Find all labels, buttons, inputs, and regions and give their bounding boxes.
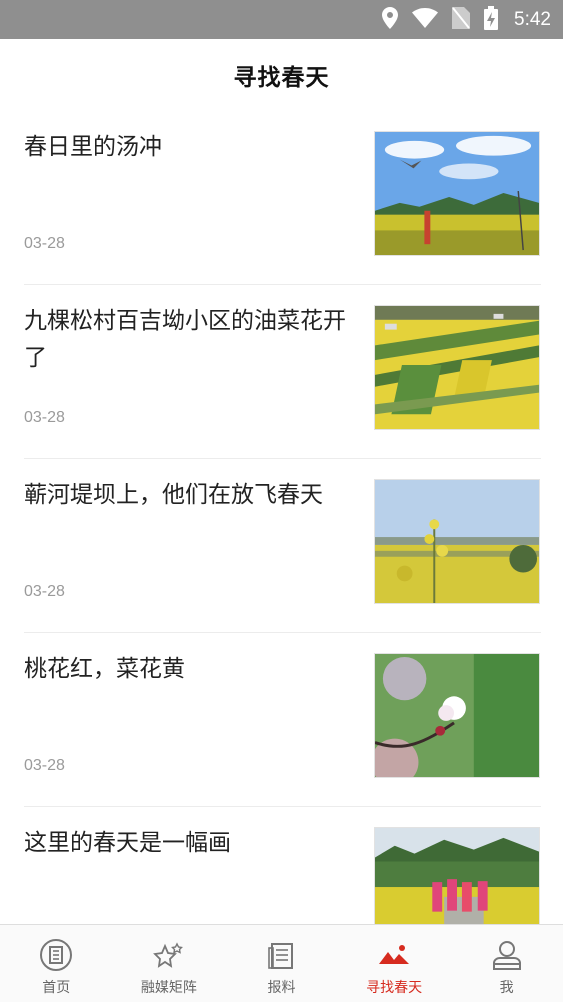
no-sim-icon bbox=[452, 6, 471, 33]
news-item[interactable]: 蕲河堤坝上，他们在放飞春天 03-28 bbox=[24, 459, 541, 633]
battery-charging-icon bbox=[484, 5, 499, 34]
news-title[interactable]: 这里的春天是一幅画 bbox=[24, 825, 354, 862]
stars-icon bbox=[151, 937, 187, 973]
app-header: 寻找春天 bbox=[0, 39, 563, 111]
status-bar: 5:42 bbox=[0, 0, 563, 39]
news-list[interactable]: 春日里的汤冲 03-28 九棵松村百吉坳小区的油菜花开了 03-28 蕲河堤坝上… bbox=[0, 111, 563, 924]
wifi-icon bbox=[412, 7, 439, 32]
location-icon bbox=[382, 6, 399, 33]
nav-item-find-spring[interactable]: 寻找春天 bbox=[338, 925, 451, 1002]
document-icon bbox=[263, 937, 299, 973]
nav-item-me[interactable]: 我 bbox=[450, 925, 563, 1002]
bottom-nav: 首页 融媒矩阵 报料 寻找春天 我 bbox=[0, 924, 563, 1002]
nav-label: 报料 bbox=[267, 980, 296, 996]
nav-label: 首页 bbox=[42, 980, 71, 996]
news-thumbnail[interactable] bbox=[374, 653, 540, 778]
nav-label: 寻找春天 bbox=[366, 980, 423, 996]
news-date: 03-28 bbox=[24, 757, 65, 774]
news-date: 03-28 bbox=[24, 583, 65, 600]
news-item[interactable]: 九棵松村百吉坳小区的油菜花开了 03-28 bbox=[24, 285, 541, 459]
news-date: 03-28 bbox=[24, 235, 65, 252]
news-thumbnail[interactable] bbox=[374, 131, 540, 256]
news-title[interactable]: 桃花红，菜花黄 bbox=[24, 651, 354, 688]
status-time: 5:42 bbox=[514, 8, 551, 30]
nav-item-home[interactable]: 首页 bbox=[0, 925, 113, 1002]
mountains-icon bbox=[376, 937, 412, 973]
page-title: 寻找春天 bbox=[233, 65, 330, 91]
nav-item-media-matrix[interactable]: 融媒矩阵 bbox=[113, 925, 226, 1002]
news-title[interactable]: 蕲河堤坝上，他们在放飞春天 bbox=[24, 477, 354, 514]
nav-label: 我 bbox=[499, 980, 514, 996]
news-item[interactable]: 桃花红，菜花黄 03-28 bbox=[24, 633, 541, 807]
newspaper-circle-icon bbox=[38, 937, 74, 973]
news-thumbnail[interactable] bbox=[374, 305, 540, 430]
status-icons: 5:42 bbox=[382, 0, 551, 39]
user-icon bbox=[489, 937, 525, 973]
news-item[interactable]: 春日里的汤冲 03-28 bbox=[24, 111, 541, 285]
news-date: 03-28 bbox=[24, 409, 65, 426]
news-title[interactable]: 九棵松村百吉坳小区的油菜花开了 bbox=[24, 303, 354, 377]
news-thumbnail[interactable] bbox=[374, 479, 540, 604]
nav-item-report[interactable]: 报料 bbox=[225, 925, 338, 1002]
news-title[interactable]: 春日里的汤冲 bbox=[24, 129, 354, 166]
news-item[interactable]: 这里的春天是一幅画 bbox=[24, 807, 541, 924]
nav-label: 融媒矩阵 bbox=[140, 980, 197, 996]
news-thumbnail[interactable] bbox=[374, 827, 540, 924]
